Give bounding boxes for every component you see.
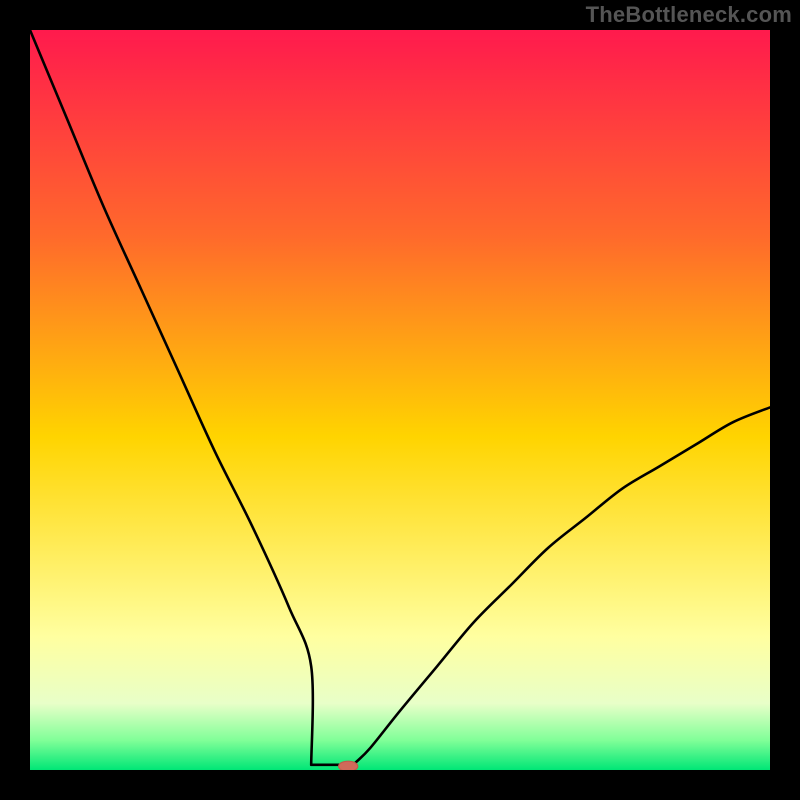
chart-frame: TheBottleneck.com: [0, 0, 800, 800]
optimum-marker: [339, 761, 358, 770]
chart-background: [30, 30, 770, 770]
chart-svg: [30, 30, 770, 770]
watermark-text: TheBottleneck.com: [586, 2, 792, 28]
plot-area: [30, 30, 770, 770]
